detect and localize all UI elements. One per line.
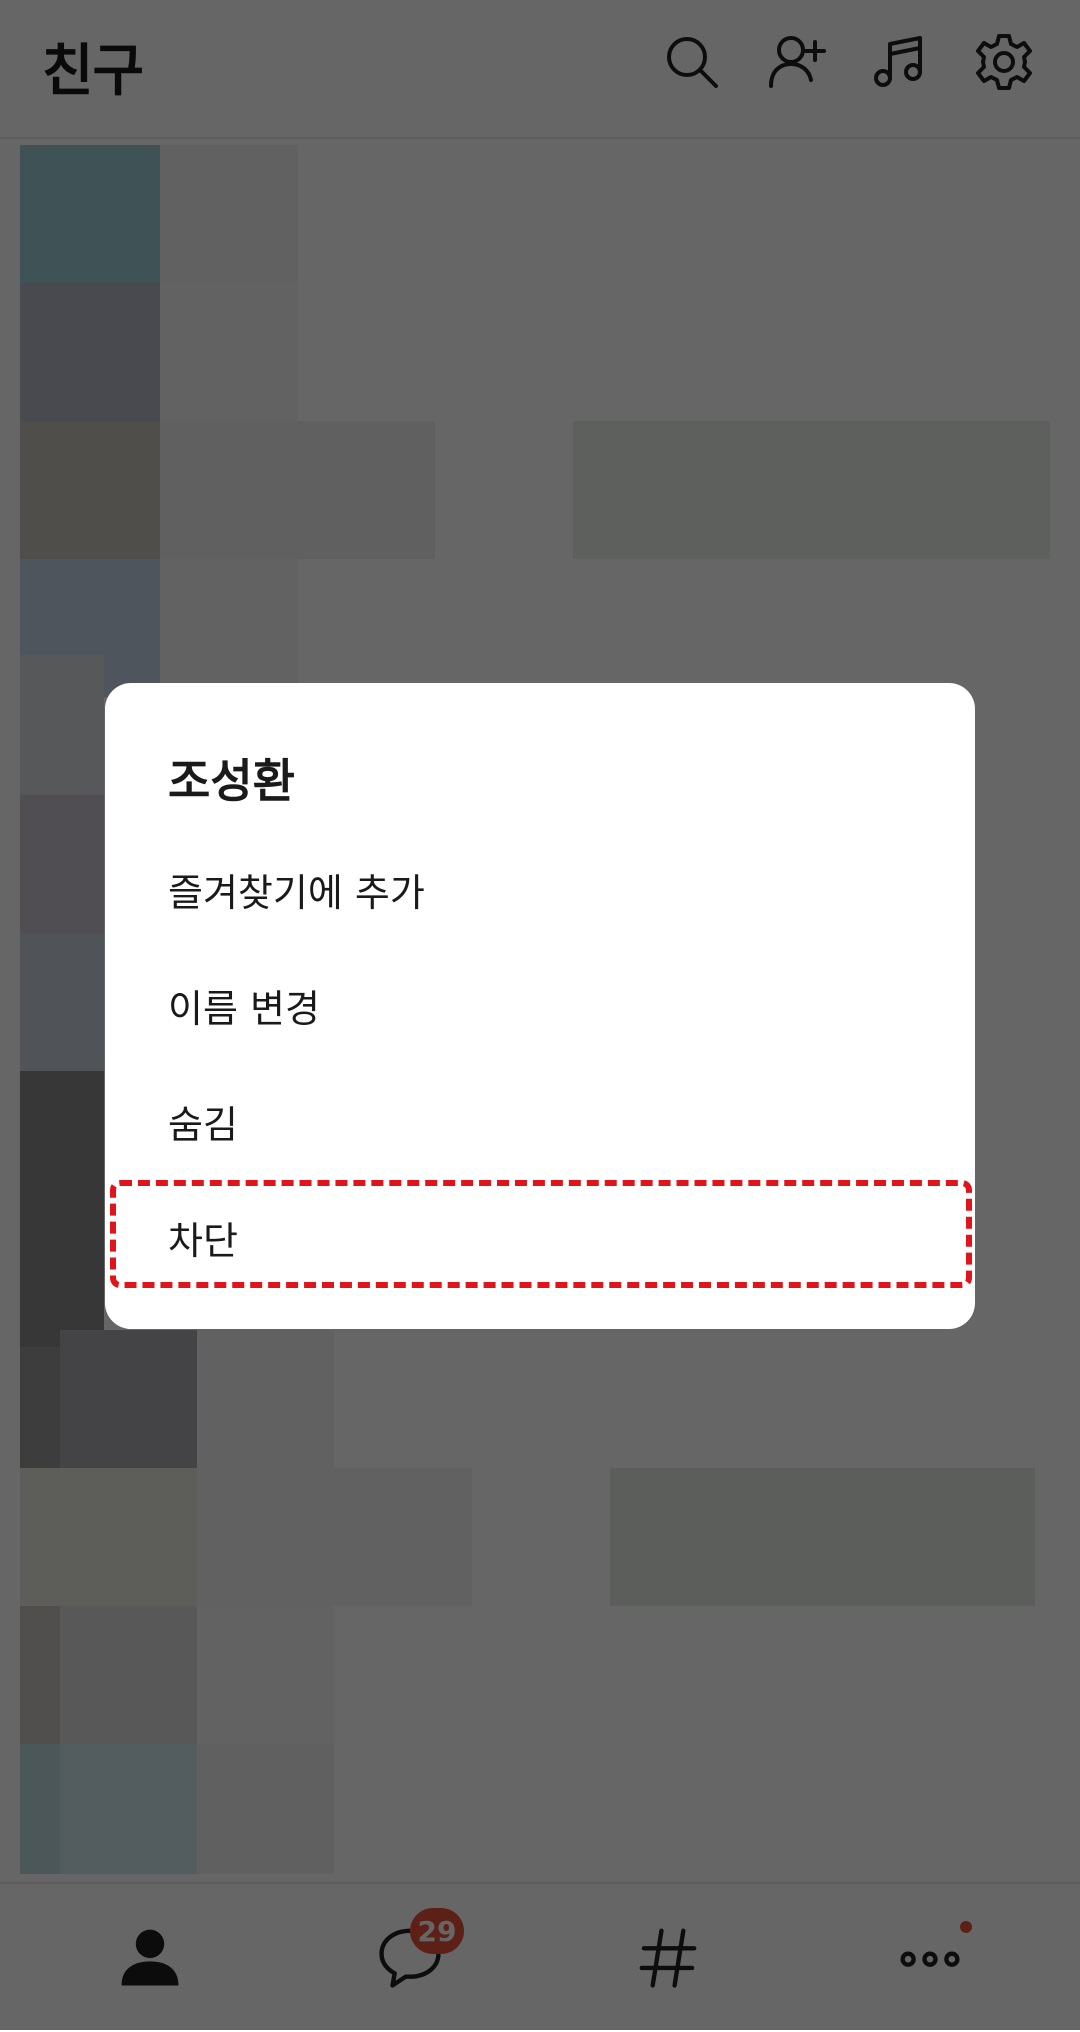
- menu-item-rename[interactable]: 이름 변경: [105, 946, 975, 1062]
- menu-item-label: 즐겨찾기에 추가: [168, 871, 425, 915]
- menu-item-label: 이름 변경: [168, 987, 320, 1031]
- menu-item-label: 숨김: [168, 1103, 238, 1147]
- dialog-friend-name: 조성환: [168, 754, 295, 808]
- block-item-highlight: [110, 1180, 972, 1288]
- menu-item-hide[interactable]: 숨김: [105, 1062, 975, 1178]
- menu-item-add-favorite[interactable]: 즐겨찾기에 추가: [105, 830, 975, 946]
